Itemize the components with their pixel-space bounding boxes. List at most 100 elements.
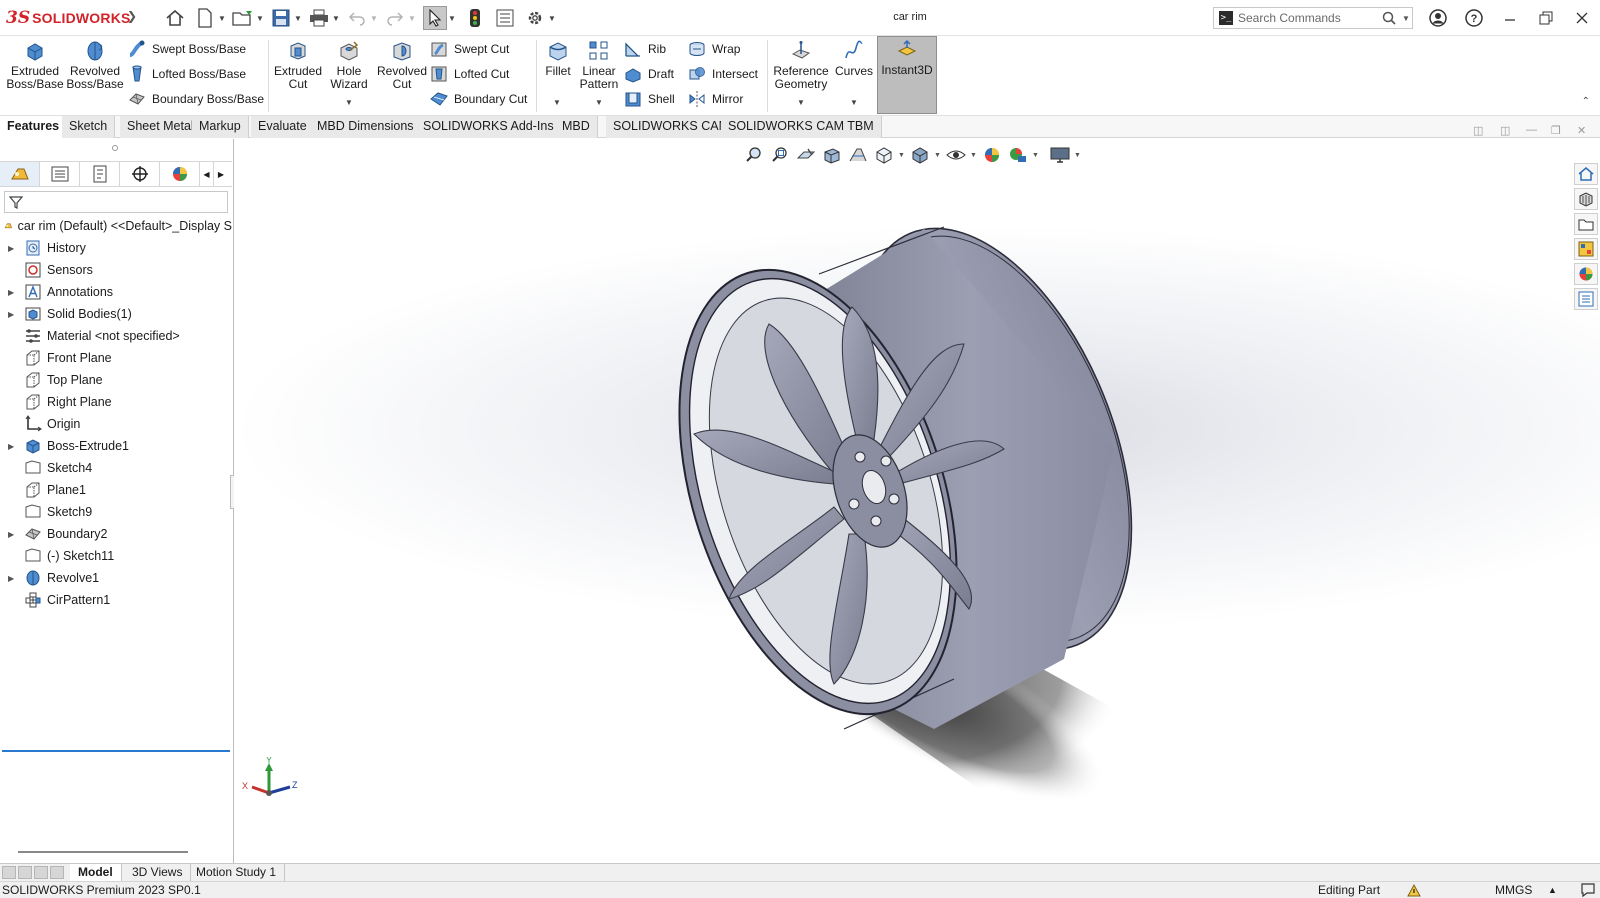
- tree-item-solid-bodies-1[interactable]: ▶ Solid Bodies(1): [0, 303, 232, 325]
- tree-item-boss-extrude1[interactable]: ▶ Boss-Extrude1: [0, 435, 232, 457]
- save-dropdown-caret[interactable]: ▼: [293, 6, 303, 30]
- horizontal-scrollbar[interactable]: [18, 851, 188, 853]
- close-button[interactable]: [1564, 6, 1600, 30]
- intersect-button[interactable]: Intersect: [688, 65, 758, 83]
- hole-wizard-dropdown-caret[interactable]: ▼: [345, 98, 353, 107]
- redo-button[interactable]: [383, 6, 407, 30]
- extruded-cut-button[interactable]: Extruded Cut: [270, 40, 326, 91]
- collapse-commandmanager-icon[interactable]: ⌃: [1582, 96, 1590, 107]
- search-dropdown-caret[interactable]: ▼: [1402, 14, 1410, 23]
- rebuild-status-button[interactable]: [1406, 882, 1422, 898]
- graphics-area[interactable]: ▼ ▼ ▼ ▼ ▼ Y X Z: [234, 139, 1600, 863]
- shell-button[interactable]: Shell: [624, 90, 675, 108]
- scroll-prev-icon[interactable]: [18, 866, 32, 879]
- tile-left-icon[interactable]: ◫: [1473, 124, 1483, 137]
- search-input[interactable]: [1238, 11, 1378, 25]
- displaymanager-tab[interactable]: [160, 162, 200, 186]
- solidworks-logo[interactable]: 3S SOLIDWORKS: [6, 8, 131, 28]
- tree-item-cirpattern1[interactable]: CirPattern1: [0, 589, 232, 611]
- doc-close-icon[interactable]: ✕: [1577, 124, 1586, 137]
- tab-mbd-dimensions[interactable]: MBD Dimensions: [310, 116, 422, 138]
- undo-dropdown-caret[interactable]: ▼: [369, 6, 379, 30]
- user-account-button[interactable]: [1420, 6, 1456, 30]
- tab-scroll-right-icon[interactable]: ▶: [214, 162, 228, 186]
- propertymanager-tab[interactable]: [40, 162, 80, 186]
- tree-item-boundary2[interactable]: ▶ Boundary2: [0, 523, 232, 545]
- expand-arrow-icon[interactable]: ▶: [8, 442, 18, 451]
- bottom-tab-motion-study-1[interactable]: Motion Study 1: [188, 864, 286, 881]
- select-button[interactable]: [423, 6, 447, 30]
- print-button[interactable]: [307, 6, 331, 30]
- doc-minimize-icon[interactable]: —: [1526, 124, 1537, 136]
- tab-solidworks-add-ins[interactable]: SOLIDWORKS Add-Ins: [416, 116, 562, 138]
- expand-arrow-icon[interactable]: ▶: [8, 310, 18, 319]
- tree-item-sketch9[interactable]: Sketch9: [0, 501, 232, 523]
- scroll-last-icon[interactable]: [50, 866, 64, 879]
- select-dropdown-caret[interactable]: ▼: [447, 6, 457, 30]
- boundary-cut-button[interactable]: Boundary Cut: [430, 90, 527, 108]
- tree-item-right-plane[interactable]: Right Plane: [0, 391, 232, 413]
- help-button[interactable]: ?: [1456, 6, 1492, 30]
- boundary-boss-button[interactable]: Boundary Boss/Base: [128, 90, 264, 108]
- open-button[interactable]: [231, 6, 255, 30]
- tab-evaluate[interactable]: Evaluate: [251, 116, 315, 138]
- doc-restore-icon[interactable]: ❐: [1551, 124, 1561, 137]
- open-dropdown-caret[interactable]: ▼: [255, 6, 265, 30]
- tree-item-history[interactable]: ▶ History: [0, 237, 232, 259]
- hole-wizard-button[interactable]: Hole Wizard: [322, 40, 376, 91]
- minimize-button[interactable]: [1492, 6, 1528, 30]
- save-button[interactable]: [269, 6, 293, 30]
- configurationmanager-tab[interactable]: [80, 162, 120, 186]
- print-dropdown-caret[interactable]: ▼: [331, 6, 341, 30]
- car-rim-model[interactable]: [234, 139, 1600, 863]
- units-caret-icon[interactable]: ▲: [1548, 885, 1557, 895]
- redo-dropdown-caret[interactable]: ▼: [407, 6, 417, 30]
- curves-button[interactable]: Curves: [834, 40, 874, 78]
- expand-arrow-icon[interactable]: ▶: [8, 288, 18, 297]
- instant3d-toggle[interactable]: Instant3D: [877, 36, 937, 114]
- tab-scroll-left-icon[interactable]: ◀: [200, 162, 214, 186]
- revolved-cut-button[interactable]: Revolved Cut: [374, 40, 430, 91]
- search-commands-box[interactable]: >_ ▼: [1213, 7, 1413, 29]
- expand-arrow-icon[interactable]: ▶: [8, 530, 18, 539]
- instant3d-button[interactable]: Instant3D: [878, 39, 936, 77]
- options-button[interactable]: [523, 6, 547, 30]
- linear-pattern-button[interactable]: Linear Pattern: [576, 40, 622, 91]
- reference-geometry-dropdown-caret[interactable]: ▼: [797, 98, 805, 107]
- tab-features[interactable]: Features: [0, 116, 67, 138]
- new-dropdown-caret[interactable]: ▼: [217, 6, 227, 30]
- bottom-tab-model[interactable]: Model: [70, 864, 122, 881]
- search-icon[interactable]: [1382, 11, 1396, 25]
- scroll-first-icon[interactable]: [2, 866, 16, 879]
- tile-right-icon[interactable]: ◫: [1500, 124, 1510, 137]
- lofted-boss-button[interactable]: Lofted Boss/Base: [128, 65, 246, 83]
- reference-triad[interactable]: Y X Z: [242, 757, 302, 807]
- notification-button[interactable]: [1580, 882, 1596, 898]
- file-properties-button[interactable]: [493, 6, 517, 30]
- bottom-tab-3d-views[interactable]: 3D Views: [124, 864, 192, 881]
- revolved-boss-button[interactable]: Revolved Boss/Base: [66, 40, 124, 91]
- tab-solidworks-cam[interactable]: SOLIDWORKS CAM: [606, 116, 737, 138]
- tree-item-revolve1[interactable]: ▶ Revolve1: [0, 567, 232, 589]
- dimxpert-tab[interactable]: [120, 162, 160, 186]
- draft-button[interactable]: Draft: [624, 65, 674, 83]
- lofted-cut-button[interactable]: Lofted Cut: [430, 65, 509, 83]
- tree-filter-box[interactable]: [4, 191, 228, 213]
- tree-item-annotations[interactable]: ▶ Annotations: [0, 281, 232, 303]
- tree-item-sketch4[interactable]: Sketch4: [0, 457, 232, 479]
- home-button[interactable]: [163, 6, 187, 30]
- restore-button[interactable]: [1528, 6, 1564, 30]
- fillet-button[interactable]: Fillet: [540, 40, 576, 78]
- reference-geometry-button[interactable]: Reference Geometry: [770, 40, 832, 91]
- tree-item-front-plane[interactable]: Front Plane: [0, 347, 232, 369]
- rib-button[interactable]: Rib: [624, 40, 666, 58]
- tree-item-top-plane[interactable]: Top Plane: [0, 369, 232, 391]
- tab-sketch[interactable]: Sketch: [62, 116, 116, 138]
- tree-item-sketch11[interactable]: (-) Sketch11: [0, 545, 232, 567]
- tree-item-material-not-specified[interactable]: Material <not specified>: [0, 325, 232, 347]
- tree-item-origin[interactable]: Origin: [0, 413, 232, 435]
- extruded-boss-button[interactable]: Extruded Boss/Base: [6, 40, 64, 91]
- tab-solidworks-cam-tbm[interactable]: SOLIDWORKS CAM TBM: [721, 116, 882, 138]
- options-dropdown-caret[interactable]: ▼: [547, 6, 557, 30]
- expand-arrow-icon[interactable]: ▶: [8, 574, 18, 583]
